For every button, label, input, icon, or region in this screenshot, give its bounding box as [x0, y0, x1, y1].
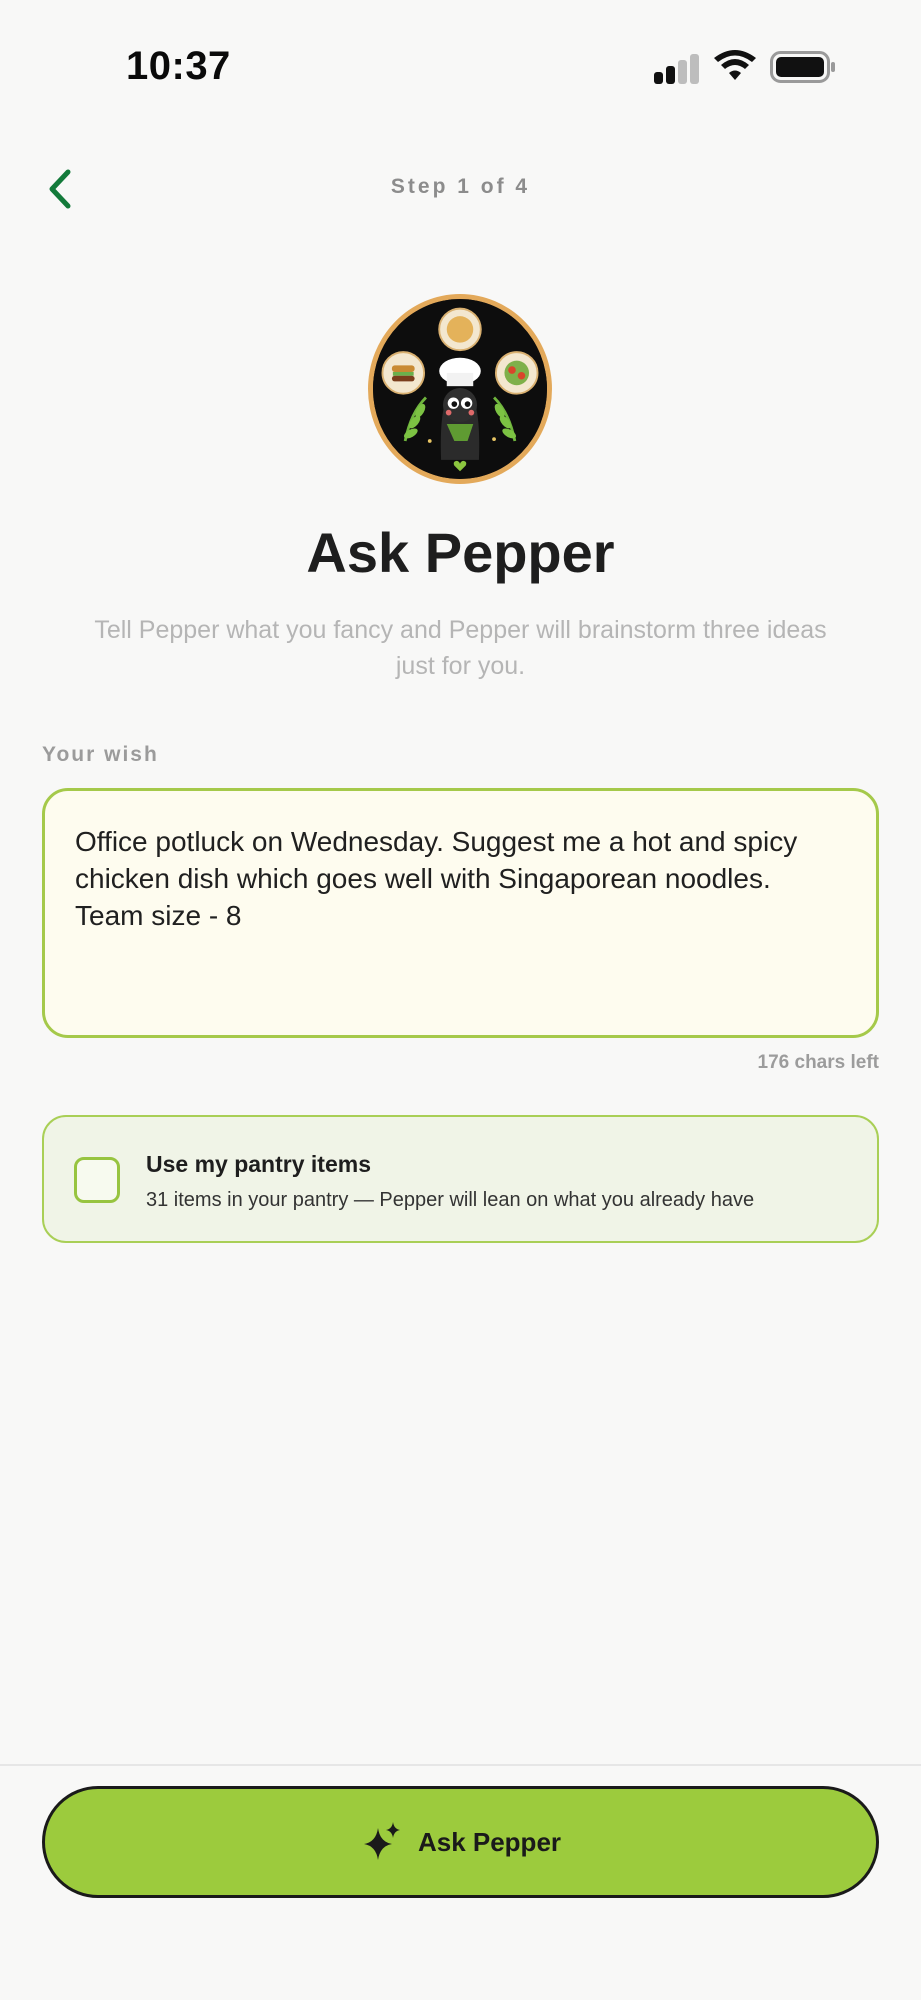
- step-indicator: Step 1 of 4: [390, 175, 531, 198]
- status-bar: 10:37: [0, 0, 921, 130]
- wifi-icon: [713, 50, 757, 84]
- wish-label: Your wish: [42, 743, 159, 766]
- pantry-description: 31 items in your pantry — Pepper will le…: [146, 1189, 755, 1211]
- page-subtitle: Tell Pepper what you fancy and Pepper wi…: [94, 616, 827, 680]
- footer-divider: [0, 1764, 921, 1766]
- wish-text-value: Office potluck on Wednesday. Suggest me …: [75, 826, 805, 931]
- ask-pepper-button[interactable]: Ask Pepper: [42, 1786, 879, 1898]
- page-title: Ask Pepper: [306, 521, 615, 584]
- pantry-title: Use my pantry items: [146, 1151, 371, 1177]
- battery-icon: [770, 50, 836, 84]
- sparkle-icon: [363, 1822, 400, 1860]
- chars-left-counter: 176 chars left: [757, 1052, 879, 1073]
- ask-pepper-button-label: Ask Pepper: [417, 1826, 562, 1857]
- cellular-signal-icon: [652, 52, 700, 84]
- pantry-toggle-card[interactable]: Use my pantry items 31 items in your pan…: [42, 1115, 879, 1243]
- pepper-chef-avatar: [368, 294, 552, 484]
- wish-textarea[interactable]: Office potluck on Wednesday. Suggest me …: [42, 788, 879, 1038]
- pantry-checkbox[interactable]: [74, 1157, 120, 1203]
- status-time: 10:37: [126, 44, 231, 88]
